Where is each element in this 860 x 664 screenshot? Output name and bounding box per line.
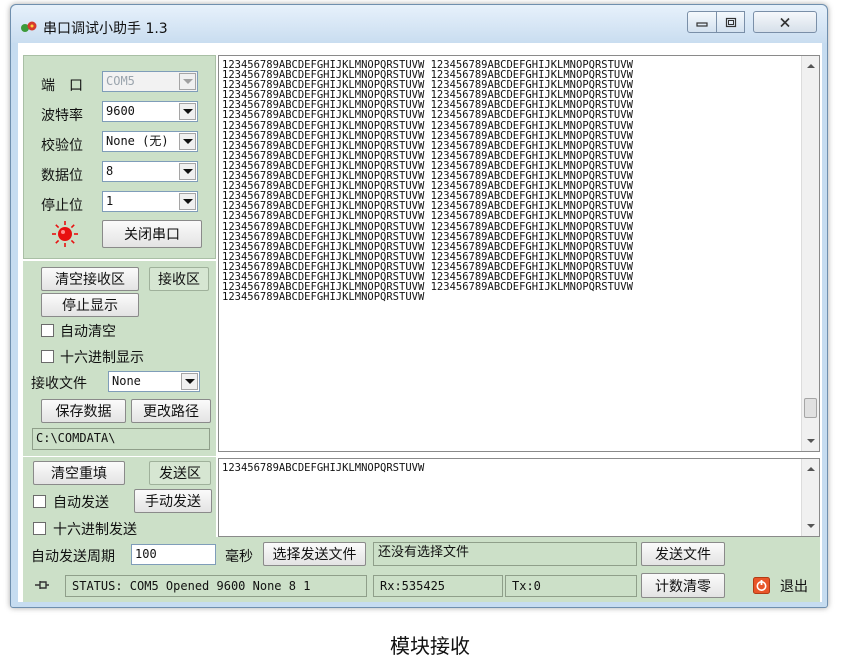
- maximize-icon: [725, 17, 736, 27]
- app-window: 串口调试小助手 1.3 端 口 COM5 波特率 9600 校验位 None (: [10, 4, 828, 608]
- send-scroll-down-button[interactable]: [802, 518, 819, 534]
- send-scrollbar[interactable]: [801, 459, 819, 536]
- title-bar[interactable]: 串口调试小助手 1.3: [11, 5, 827, 43]
- close-button[interactable]: [753, 11, 817, 33]
- receive-file-label: 接收文件: [31, 376, 87, 392]
- send-content: 123456789ABCDEFGHIJKLMNOPQRSTUVW: [222, 462, 425, 474]
- scroll-thumb[interactable]: [804, 398, 817, 418]
- parity-select[interactable]: None (无): [102, 131, 198, 152]
- receive-file-dropdown-button[interactable]: [181, 373, 198, 390]
- port-value: COM5: [106, 74, 135, 88]
- send-period-input[interactable]: 100: [131, 544, 216, 565]
- scroll-down-button[interactable]: [802, 433, 819, 449]
- send-period-label: 自动发送周期: [31, 549, 115, 565]
- databits-select[interactable]: 8: [102, 161, 198, 182]
- stop-display-button[interactable]: 停止显示: [41, 293, 139, 317]
- receive-area-label: 接收区: [149, 267, 209, 291]
- chevron-down-icon: [182, 199, 193, 204]
- manual-send-button[interactable]: 手动发送: [134, 489, 212, 513]
- figure-caption: 模块接收: [390, 634, 470, 658]
- app-icon: [21, 21, 37, 32]
- auto-send-label: 自动发送: [53, 495, 109, 511]
- scroll-down-icon: [806, 439, 815, 443]
- port-label: 端 口: [41, 78, 83, 94]
- exit-label: 退出: [780, 578, 808, 595]
- stopbits-dropdown-button[interactable]: [179, 193, 196, 210]
- auto-send-checkbox[interactable]: [33, 495, 46, 508]
- baud-dropdown-button[interactable]: [179, 103, 196, 120]
- pin-icon[interactable]: [34, 578, 50, 592]
- send-text-area[interactable]: 123456789ABCDEFGHIJKLMNOPQRSTUVW: [218, 458, 820, 537]
- stopbits-label: 停止位: [41, 198, 83, 214]
- hex-display-label: 十六进制显示: [60, 350, 144, 366]
- hex-display-checkbox[interactable]: [41, 350, 54, 363]
- databits-value: 8: [106, 164, 114, 178]
- send-file-button[interactable]: 发送文件: [641, 542, 725, 566]
- minimize-icon: [696, 22, 708, 27]
- save-data-button[interactable]: 保存数据: [41, 399, 126, 423]
- close-port-button[interactable]: 关闭串口: [102, 220, 202, 248]
- auto-clear-checkbox[interactable]: [41, 324, 54, 337]
- stopbits-select[interactable]: 1: [102, 191, 198, 212]
- clear-send-button[interactable]: 清空重填: [33, 461, 125, 485]
- chevron-down-icon: [182, 79, 193, 84]
- receive-scrollbar[interactable]: [801, 56, 819, 451]
- port-select[interactable]: COM5: [102, 71, 198, 92]
- databits-label: 数据位: [41, 168, 83, 184]
- receive-file-select[interactable]: None: [108, 371, 200, 392]
- receive-file-value: None: [112, 374, 141, 388]
- client-area: 端 口 COM5 波特率 9600 校验位 None (无) 数据位 8 停止位…: [18, 43, 822, 602]
- hex-send-checkbox[interactable]: [33, 522, 46, 535]
- exit-button[interactable]: 退出: [744, 573, 820, 598]
- hex-send-label: 十六进制发送: [53, 522, 137, 538]
- ms-label: 毫秒: [225, 549, 253, 565]
- save-path-field[interactable]: C:\COMDATA\: [32, 428, 210, 450]
- scroll-down-icon: [806, 524, 815, 528]
- port-dropdown-button[interactable]: [179, 73, 196, 90]
- status-text: STATUS: COM5 Opened 9600 None 8 1: [65, 575, 367, 597]
- stopbits-value: 1: [106, 194, 114, 208]
- chevron-down-icon: [182, 169, 193, 174]
- databits-dropdown-button[interactable]: [179, 163, 196, 180]
- send-area-label: 发送区: [149, 461, 211, 485]
- receive-text-area[interactable]: 123456789ABCDEFGHIJKLMNOPQRSTUVW 1234567…: [218, 55, 820, 452]
- chevron-down-icon: [184, 379, 195, 384]
- close-icon: [780, 17, 790, 27]
- chevron-down-icon: [182, 109, 193, 114]
- baud-value: 9600: [106, 104, 135, 118]
- file-status-field: 还没有选择文件: [373, 542, 637, 566]
- tx-counter: Tx:0: [505, 575, 637, 597]
- maximize-button[interactable]: [716, 11, 745, 33]
- chevron-down-icon: [182, 139, 193, 144]
- scroll-up-icon: [806, 64, 815, 68]
- rx-counter: Rx:535425: [373, 575, 503, 597]
- send-scroll-up-button[interactable]: [802, 461, 819, 477]
- receive-content: 123456789ABCDEFGHIJKLMNOPQRSTUVW 1234567…: [222, 59, 633, 304]
- power-icon: [753, 577, 770, 594]
- baud-select[interactable]: 9600: [102, 101, 198, 122]
- reset-count-button[interactable]: 计数清零: [641, 573, 725, 598]
- auto-clear-label: 自动清空: [60, 324, 116, 340]
- scroll-up-button[interactable]: [802, 58, 819, 74]
- parity-dropdown-button[interactable]: [179, 133, 196, 150]
- clear-receive-button[interactable]: 清空接收区: [41, 267, 139, 291]
- parity-label: 校验位: [41, 138, 83, 154]
- scroll-up-icon: [806, 467, 815, 471]
- minimize-button[interactable]: [687, 11, 717, 33]
- parity-value: None (无): [106, 134, 169, 148]
- window-title: 串口调试小助手 1.3: [43, 21, 168, 37]
- baud-label: 波特率: [41, 108, 83, 124]
- port-status-indicator-icon: [52, 221, 78, 247]
- change-path-button[interactable]: 更改路径: [131, 399, 211, 423]
- select-send-file-button[interactable]: 选择发送文件: [263, 542, 366, 566]
